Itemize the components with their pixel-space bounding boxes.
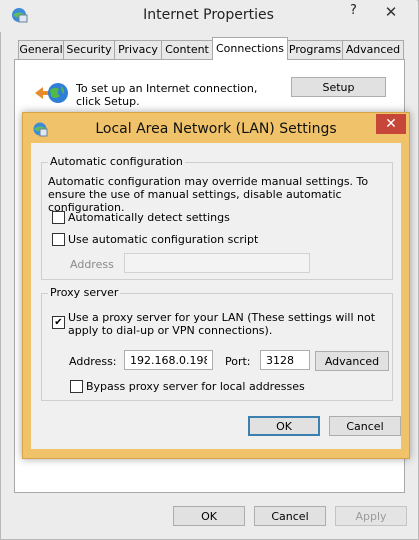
setup-button[interactable]: Setup xyxy=(291,77,386,97)
lan-dialog-title: Local Area Network (LAN) Settings xyxy=(95,121,337,137)
tab-general[interactable]: General xyxy=(18,40,64,59)
tab-security[interactable]: Security xyxy=(63,40,115,59)
tab-privacy[interactable]: Privacy xyxy=(114,40,162,59)
auto-config-description: Automatic configuration may override man… xyxy=(48,175,369,214)
auto-config-script-label[interactable]: Use automatic configuration script xyxy=(68,233,258,246)
parent-apply-button[interactable]: Apply xyxy=(335,506,407,526)
tab-connections[interactable]: Connections xyxy=(212,37,288,60)
lan-settings-dialog: Local Area Network (LAN) Settings ✕ Auto… xyxy=(22,112,410,459)
auto-detect-label[interactable]: Automatically detect settings xyxy=(68,211,230,224)
proxy-server-label: Proxy server xyxy=(48,286,121,299)
tab-content[interactable]: Content xyxy=(161,40,213,59)
lan-close-button[interactable]: ✕ xyxy=(376,114,406,134)
setup-instruction-text: To set up an Internet connection, click … xyxy=(76,82,258,108)
auto-detect-checkbox[interactable] xyxy=(52,211,65,224)
automatic-configuration-group: Automatic configuration Automatic config… xyxy=(41,155,393,280)
tab-programs[interactable]: Programs xyxy=(287,40,343,59)
parent-titlebar: Internet Properties ? ✕ xyxy=(0,0,417,32)
script-address-label: Address xyxy=(70,258,114,271)
lan-dialog-body: Automatic configuration Automatic config… xyxy=(31,143,401,449)
auto-config-script-checkbox[interactable] xyxy=(52,233,65,246)
proxy-address-input[interactable] xyxy=(124,350,213,370)
lan-cancel-button[interactable]: Cancel xyxy=(329,416,401,436)
proxy-port-input[interactable] xyxy=(260,350,310,370)
lan-ok-button[interactable]: OK xyxy=(248,416,320,436)
use-proxy-label[interactable]: Use a proxy server for your LAN (These s… xyxy=(68,311,386,337)
parent-ok-button[interactable]: OK xyxy=(173,506,245,526)
tab-advanced[interactable]: Advanced xyxy=(342,40,404,59)
script-address-input[interactable] xyxy=(124,253,310,273)
proxy-server-group: Proxy server ✔ Use a proxy server for yo… xyxy=(41,286,393,401)
bypass-local-label[interactable]: Bypass proxy server for local addresses xyxy=(86,380,305,393)
proxy-address-label: Address: xyxy=(69,355,117,368)
proxy-advanced-button[interactable]: Advanced xyxy=(315,351,389,371)
proxy-port-label: Port: xyxy=(225,355,251,368)
use-proxy-checkbox[interactable]: ✔ xyxy=(52,316,65,329)
parent-cancel-button[interactable]: Cancel xyxy=(254,506,326,526)
help-button[interactable]: ? xyxy=(350,3,357,18)
globe-icon xyxy=(34,80,68,106)
bypass-local-checkbox[interactable] xyxy=(70,380,83,393)
automatic-configuration-label: Automatic configuration xyxy=(48,155,185,168)
parent-close-button[interactable]: ✕ xyxy=(366,1,416,23)
